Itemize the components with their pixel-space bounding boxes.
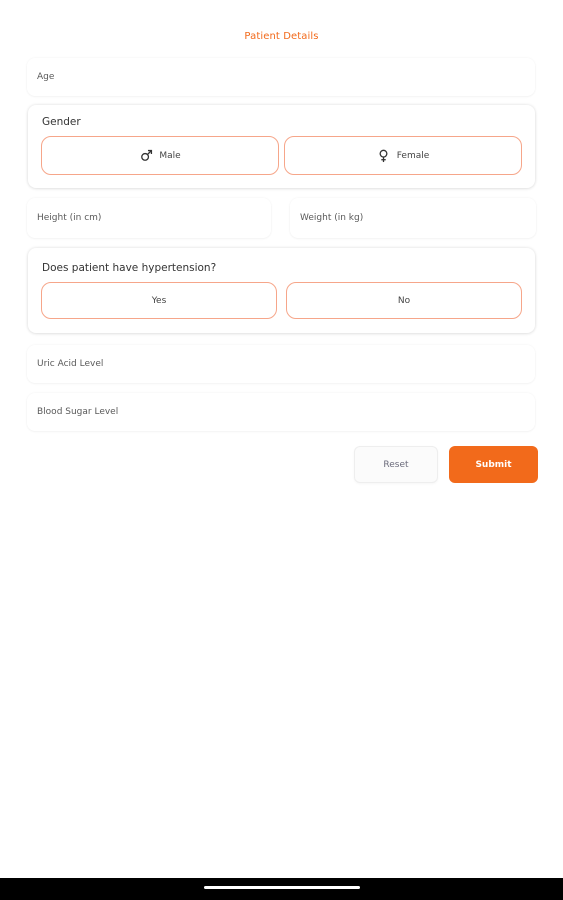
reset-button[interactable]: Reset bbox=[354, 446, 438, 483]
gender-female-label: Female bbox=[396, 150, 430, 161]
hypertension-no-label: No bbox=[397, 295, 411, 306]
weight-placeholder: Weight (in kg) bbox=[300, 213, 364, 223]
home-gesture-handle[interactable] bbox=[204, 886, 360, 889]
weight-field[interactable]: Weight (in kg) bbox=[290, 198, 536, 238]
male-symbol-icon bbox=[139, 149, 153, 163]
gender-card: Gender Male Female bbox=[28, 105, 535, 188]
female-symbol-icon bbox=[377, 149, 391, 163]
page-title: Patient Details bbox=[244, 31, 319, 42]
submit-button[interactable]: Submit bbox=[449, 446, 538, 483]
age-placeholder: Age bbox=[37, 72, 55, 82]
height-placeholder: Height (in cm) bbox=[37, 213, 102, 223]
hypertension-card: Does patient have hypertension? Yes No bbox=[28, 248, 535, 333]
gender-label: Gender bbox=[42, 116, 81, 128]
hypertension-label: Does patient have hypertension? bbox=[42, 262, 217, 274]
gender-male-label: Male bbox=[159, 150, 181, 161]
gender-male-option[interactable]: Male bbox=[41, 136, 279, 175]
blood-sugar-field[interactable]: Blood Sugar Level bbox=[27, 393, 535, 431]
age-field[interactable]: Age bbox=[27, 58, 535, 96]
gender-female-option[interactable]: Female bbox=[284, 136, 522, 175]
hypertension-yes-option[interactable]: Yes bbox=[41, 282, 277, 319]
system-navigation-bar bbox=[0, 878, 563, 900]
uric-acid-placeholder: Uric Acid Level bbox=[37, 359, 104, 369]
blood-sugar-placeholder: Blood Sugar Level bbox=[37, 407, 119, 417]
height-field[interactable]: Height (in cm) bbox=[27, 198, 271, 238]
hypertension-yes-label: Yes bbox=[151, 295, 167, 306]
hypertension-no-option[interactable]: No bbox=[286, 282, 522, 319]
uric-acid-field[interactable]: Uric Acid Level bbox=[27, 345, 535, 383]
